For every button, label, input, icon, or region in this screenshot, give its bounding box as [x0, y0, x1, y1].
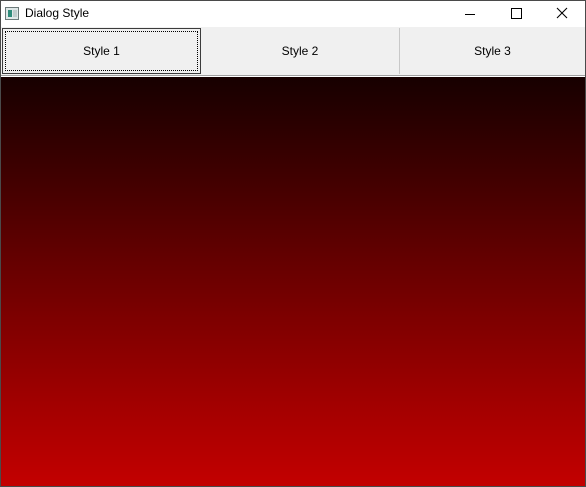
maximize-icon — [511, 8, 522, 19]
gradient-canvas — [1, 77, 585, 486]
style-2-button[interactable]: Style 2 — [201, 28, 400, 74]
maximize-button[interactable] — [493, 1, 539, 27]
style-toolbar: Style 1 Style 2 Style 3 — [1, 27, 585, 75]
window-title: Dialog Style — [25, 6, 90, 20]
style-3-button[interactable]: Style 3 — [400, 28, 585, 74]
close-icon — [556, 7, 568, 19]
style-3-label: Style 3 — [474, 44, 511, 58]
style-2-label: Style 2 — [281, 44, 319, 58]
app-icon — [5, 7, 19, 20]
minimize-icon — [465, 14, 475, 15]
style-1-button[interactable]: Style 1 — [2, 28, 201, 74]
close-button[interactable] — [539, 1, 585, 27]
dialog-window: Dialog Style Style 1 Style 2 Style 3 — [0, 0, 586, 487]
minimize-button[interactable] — [447, 1, 493, 27]
style-1-label: Style 1 — [83, 44, 120, 58]
title-bar[interactable]: Dialog Style — [1, 1, 585, 27]
